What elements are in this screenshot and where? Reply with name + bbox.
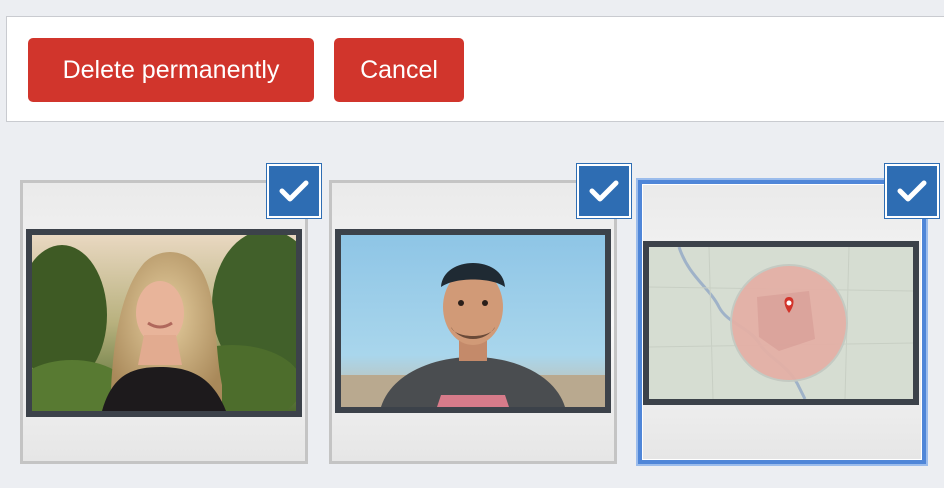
photo-woman-thumbnail xyxy=(32,235,296,411)
checkmark-icon xyxy=(589,180,619,202)
checkmark-icon xyxy=(279,180,309,202)
attachment-thumbnail-1 xyxy=(26,229,302,417)
selected-checkmark-3[interactable] xyxy=(884,163,940,219)
selected-checkmark-2[interactable] xyxy=(576,163,632,219)
attachment-thumbnail-2 xyxy=(335,229,611,413)
delete-permanently-button[interactable]: Delete permanently xyxy=(28,38,314,102)
cancel-button[interactable]: Cancel xyxy=(334,38,464,102)
attachment-thumbnail-3 xyxy=(643,241,919,405)
bulk-action-toolbar: Delete permanently Cancel xyxy=(6,16,944,122)
photo-man-thumbnail xyxy=(341,235,605,407)
checkmark-icon xyxy=(897,180,927,202)
map-thumbnail xyxy=(649,247,913,399)
attachment-tile-3[interactable] xyxy=(638,180,926,464)
attachment-tile-2[interactable] xyxy=(329,180,617,464)
selected-checkmark-1[interactable] xyxy=(266,163,322,219)
attachment-tile-1[interactable] xyxy=(20,180,308,464)
